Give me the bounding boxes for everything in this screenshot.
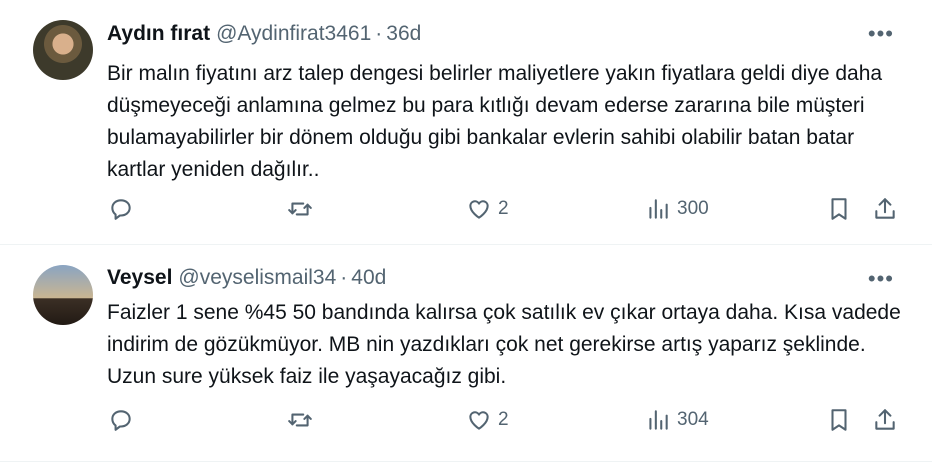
reply-button[interactable]: [108, 407, 134, 433]
views-button[interactable]: 300: [645, 196, 709, 222]
view-count: 304: [677, 409, 709, 430]
heart-icon: [469, 200, 489, 219]
share-button[interactable]: [872, 196, 898, 222]
like-button[interactable]: 2: [466, 196, 509, 222]
heart-icon: [469, 411, 489, 430]
views-icon: [649, 410, 668, 430]
share-icon: [875, 409, 895, 430]
share-icon: [875, 198, 895, 219]
timestamp[interactable]: 36d: [386, 22, 421, 45]
tweet[interactable]: Veysel @veyselismail34 · 40d ••• Faizler 1 …: [0, 245, 932, 462]
share-button[interactable]: [872, 407, 898, 433]
like-button[interactable]: 2: [466, 407, 509, 433]
view-count: 300: [677, 198, 709, 219]
avatar[interactable]: [33, 20, 93, 80]
reply-button[interactable]: [108, 196, 134, 222]
retweet-icon: [288, 202, 312, 216]
action-bar: 2 304: [0, 407, 932, 437]
views-icon: [649, 199, 668, 219]
author-handle[interactable]: @Aydinfirat3461: [216, 22, 371, 45]
action-bar: 2 300: [0, 196, 932, 226]
retweet-icon: [288, 413, 312, 427]
separator: ·: [340, 266, 348, 289]
avatar[interactable]: [33, 265, 93, 325]
reply-icon: [111, 410, 131, 431]
retweet-button[interactable]: [287, 196, 313, 222]
bookmark-button[interactable]: [826, 196, 852, 222]
tweet[interactable]: Aydın fırat @Aydinfirat3461 · 36d ••• Bir m…: [0, 0, 932, 245]
author-handle[interactable]: @veyselismail34: [178, 266, 336, 289]
tweet-text: Faizler 1 sene %45 50 bandında kalırsa ç…: [107, 301, 901, 388]
like-count: 2: [498, 409, 509, 430]
more-icon[interactable]: •••: [868, 268, 894, 290]
author-name[interactable]: Aydın fırat: [107, 22, 210, 45]
retweet-button[interactable]: [287, 407, 313, 433]
bookmark-icon: [831, 409, 847, 431]
bookmark-icon: [831, 198, 847, 220]
timestamp[interactable]: 40d: [351, 266, 386, 289]
more-icon[interactable]: •••: [868, 23, 894, 45]
tweet-text: Bir malın fiyatını arz talep dengesi bel…: [107, 62, 883, 181]
like-count: 2: [498, 198, 509, 219]
reply-icon: [111, 199, 131, 220]
views-button[interactable]: 304: [645, 407, 709, 433]
separator: ·: [375, 22, 383, 45]
tweet-header: Veysel @veyselismail34 · 40d: [107, 266, 386, 290]
author-name[interactable]: Veysel: [107, 266, 172, 289]
tweet-header: Aydın fırat @Aydinfirat3461 · 36d: [107, 22, 421, 46]
bookmark-button[interactable]: [826, 407, 852, 433]
